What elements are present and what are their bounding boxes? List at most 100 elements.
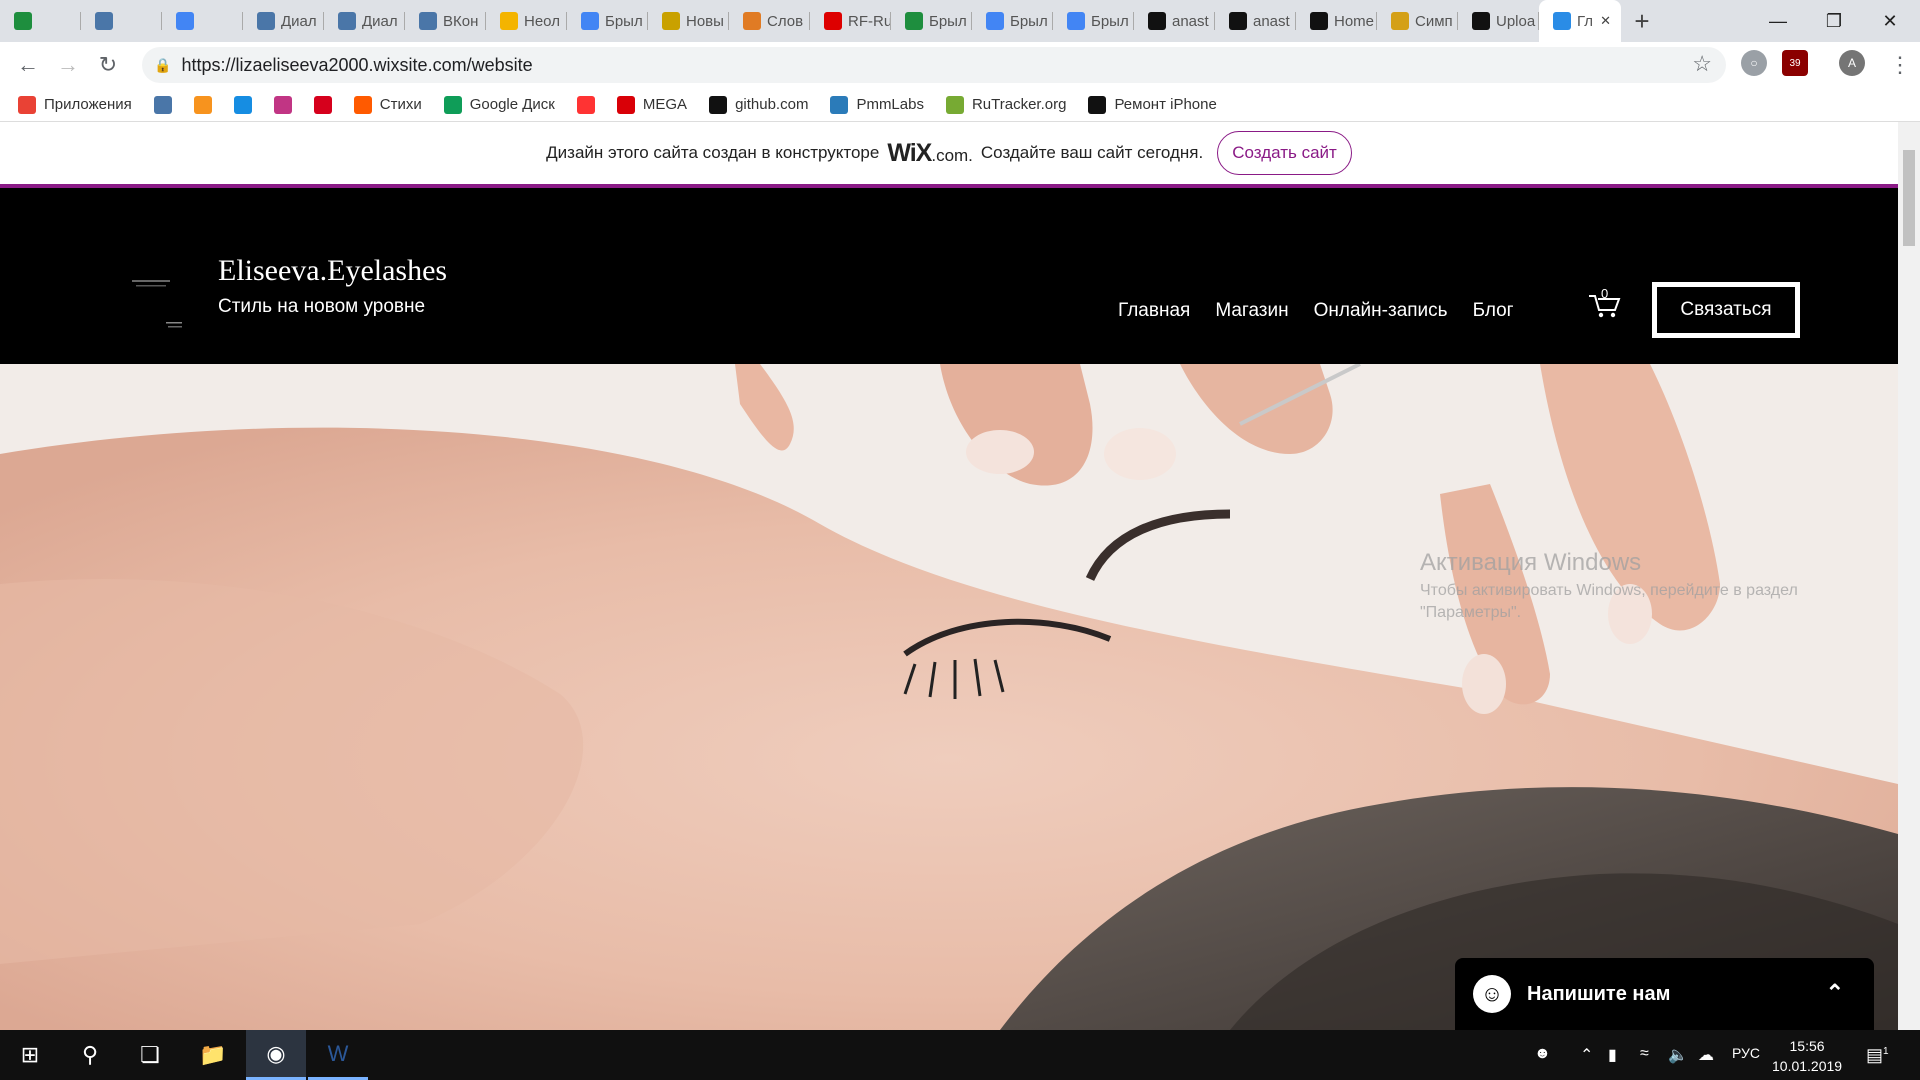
close-window-button[interactable]: ✕	[1862, 0, 1918, 42]
people-icon[interactable]: ☻	[1534, 1045, 1551, 1063]
github-icon	[1472, 12, 1490, 30]
profile-avatar[interactable]: A	[1839, 50, 1865, 76]
chevron-up-icon[interactable]: ⌃	[1826, 980, 1844, 1006]
tab-16[interactable]: Home	[1296, 0, 1377, 42]
tab-label: Гл	[1577, 12, 1594, 30]
battery-icon[interactable]: ▮	[1608, 1045, 1617, 1065]
cart-icon[interactable]: 0	[1588, 286, 1622, 320]
contact-button[interactable]: Связаться	[1652, 282, 1800, 338]
main-nav: Главная Магазин Онлайн-запись Блог	[1118, 300, 1514, 322]
back-icon[interactable]: ←	[8, 45, 48, 85]
tab-label: Неол	[524, 12, 560, 30]
tab-label: Uploa	[1496, 12, 1536, 30]
tab-label: Симп	[1415, 12, 1453, 30]
tab-label: Слов	[767, 12, 804, 30]
tab-12[interactable]: Брыл	[972, 0, 1053, 42]
bookmark-item[interactable]	[233, 95, 252, 114]
tab-17[interactable]: Симп	[1377, 0, 1458, 42]
chat-widget[interactable]: ☺ Напишите нам ⌃	[1455, 958, 1874, 1030]
scrollbar-thumb[interactable]	[1903, 150, 1915, 246]
tab-0[interactable]	[0, 0, 81, 42]
forward-icon[interactable]: →	[48, 45, 88, 85]
tray-chevron-icon[interactable]: ⌃	[1580, 1045, 1593, 1065]
tab-11[interactable]: Брыл	[891, 0, 972, 42]
bookmark-item[interactable]: Google Диск	[443, 95, 555, 114]
language-indicator[interactable]: РУС	[1732, 1045, 1760, 1061]
create-site-button[interactable]: Создать сайт	[1217, 131, 1352, 175]
nav-item[interactable]: Онлайн-запись	[1314, 300, 1448, 322]
clock[interactable]: 15:56 10.01.2019	[1772, 1036, 1842, 1076]
maximize-button[interactable]: ❐	[1806, 0, 1862, 42]
minimize-button[interactable]: —	[1750, 0, 1806, 42]
windows-taskbar: ⊞ ⚲ ❏ 📁 ◉ W ☻ ⌃ ▮ ≈ 🔈 ☁ РУС 15:56 10.01.…	[0, 1030, 1920, 1080]
globe-extension-icon[interactable]: ○	[1741, 50, 1767, 76]
volume-icon[interactable]: 🔈	[1668, 1045, 1688, 1065]
tab-14[interactable]: anast	[1134, 0, 1215, 42]
page-scrollbar[interactable]	[1898, 122, 1920, 1030]
bookmark-item[interactable]	[153, 95, 172, 114]
bookmark-star-icon[interactable]: ☆	[1692, 51, 1712, 77]
bookmark-item[interactable]: github.com	[709, 95, 808, 114]
nav-item[interactable]: Магазин	[1215, 300, 1288, 322]
word-icon[interactable]: W	[308, 1030, 368, 1080]
url-text[interactable]: https://lizaeliseeva2000.wixsite.com/web…	[181, 55, 532, 76]
tab-13[interactable]: Брыл	[1053, 0, 1134, 42]
windows-start-icon[interactable]: ⊞	[0, 1030, 60, 1080]
wifi-icon[interactable]: ≈	[1640, 1045, 1649, 1063]
tab-9[interactable]: Слов	[729, 0, 810, 42]
tab-3[interactable]: Диал	[243, 0, 324, 42]
bookmark-item[interactable]: Приложения	[18, 95, 132, 114]
site-logo[interactable]	[130, 268, 184, 330]
bookmark-item[interactable]	[273, 95, 292, 114]
tab-strip: Диал Диал ВКон Неол Брыл Новы Слов RF-Ru Брыл Бры…	[0, 0, 1920, 42]
tab-15[interactable]: anast	[1215, 0, 1296, 42]
menu-kebab-icon[interactable]: ⋮	[1880, 45, 1920, 85]
docs-icon	[986, 12, 1004, 30]
bookmark-item[interactable]: MEGA	[616, 95, 688, 114]
tab-label: RF-Ru	[848, 12, 891, 30]
close-tab-icon[interactable]: ✕	[1600, 13, 1611, 29]
tab-18[interactable]: Uploa	[1458, 0, 1539, 42]
search-icon[interactable]: ⚲	[60, 1030, 120, 1080]
tab-10[interactable]: RF-Ru	[810, 0, 891, 42]
tab-label: Home	[1334, 12, 1375, 30]
bookmark-item[interactable]	[193, 95, 212, 114]
tab-label: anast	[1253, 12, 1290, 30]
bookmark-item[interactable]: Стихи	[353, 95, 422, 114]
notifications-icon[interactable]: ▤1	[1866, 1045, 1889, 1066]
sheets-icon	[905, 12, 923, 30]
tab-8[interactable]: Новы	[648, 0, 729, 42]
bookmark-item[interactable]: Ремонт iPhone	[1088, 95, 1217, 114]
docs-icon	[581, 12, 599, 30]
tab-19[interactable]: Гл ✕	[1539, 0, 1621, 42]
tab-5[interactable]: ВКон	[405, 0, 486, 42]
tab-6[interactable]: Неол	[486, 0, 567, 42]
address-bar[interactable]: 🔒 https://lizaeliseeva2000.wixsite.com/w…	[142, 47, 1726, 83]
tab-2[interactable]	[162, 0, 243, 42]
nav-item[interactable]: Главная	[1118, 300, 1190, 322]
clock-time: 15:56	[1789, 1038, 1825, 1054]
tab-label: Новы	[686, 12, 724, 30]
tab-1[interactable]	[81, 0, 162, 42]
file-explorer-icon[interactable]: 📁	[183, 1030, 243, 1080]
tab-7[interactable]: Брыл	[567, 0, 648, 42]
reload-icon[interactable]: ↻	[88, 45, 128, 85]
site-title[interactable]: Eliseeva.Eyelashes	[218, 254, 447, 288]
nav-item[interactable]: Блог	[1473, 300, 1514, 322]
tab-4[interactable]: Диал	[324, 0, 405, 42]
new-tab-button[interactable]: +	[1621, 0, 1663, 42]
bookmark-label: MEGA	[642, 96, 688, 113]
clock-date: 10.01.2019	[1772, 1058, 1843, 1074]
chat-icon	[257, 12, 275, 30]
bookmark-label: PmmLabs	[856, 96, 924, 113]
bookmark-item[interactable]	[313, 95, 332, 114]
bookmark-item[interactable]	[576, 95, 595, 114]
bookmark-item[interactable]: PmmLabs	[830, 95, 924, 114]
watermark-line1: Чтобы активировать Windows, перейдите в …	[1420, 582, 1798, 599]
bookmark-item[interactable]: RuTracker.org	[945, 95, 1066, 114]
onedrive-icon[interactable]: ☁	[1698, 1045, 1714, 1065]
extension-icon[interactable]: 39	[1782, 50, 1808, 76]
book-icon	[743, 12, 761, 30]
task-view-icon[interactable]: ❏	[120, 1030, 180, 1080]
chrome-icon[interactable]: ◉	[246, 1030, 306, 1080]
